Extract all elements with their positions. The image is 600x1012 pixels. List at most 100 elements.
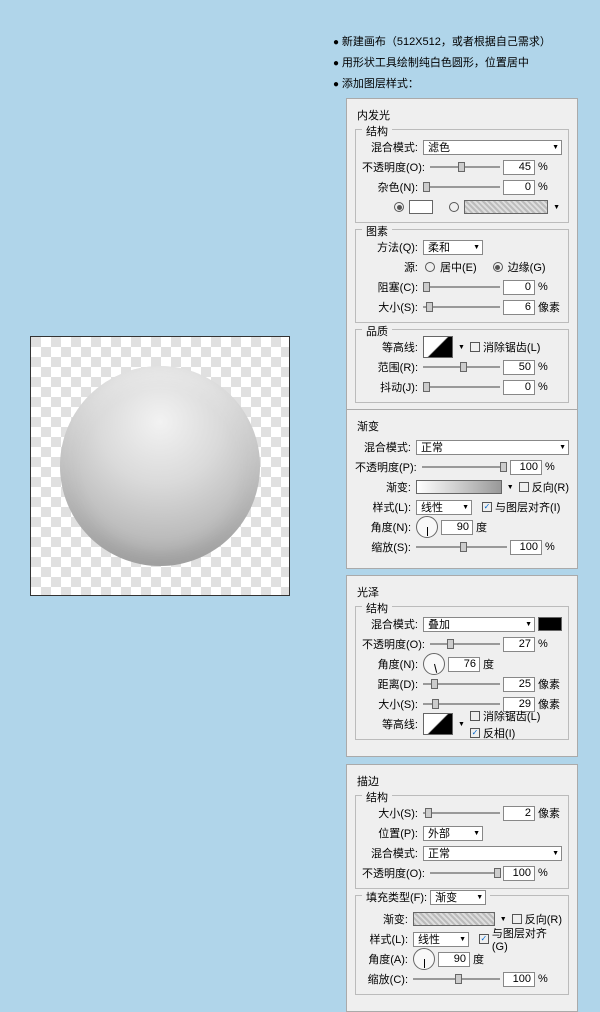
color-swatch[interactable] [409, 200, 433, 214]
reverse-label: 反向(R) [532, 479, 569, 495]
style-label: 样式(L): [355, 499, 413, 515]
opacity-slider[interactable] [422, 461, 507, 473]
dropdown-icon[interactable]: ▼ [456, 344, 467, 351]
align-check[interactable] [482, 502, 492, 512]
scale-input[interactable]: 100 [503, 972, 535, 987]
gradient-radio[interactable] [449, 202, 459, 212]
blend-select[interactable]: 叠加 [423, 617, 535, 632]
size-slider[interactable] [423, 301, 500, 313]
source-edge-label: 边缘(G) [508, 259, 546, 275]
group-title: 结构 [362, 600, 392, 616]
scale-input[interactable]: 100 [510, 540, 542, 555]
size-label: 大小(S): [362, 299, 420, 315]
panel-stroke: 描边 结构 大小(S):2像素 位置(P):外部 混合模式:正常 不透明度(O)… [346, 764, 578, 1012]
panel-satin: 光泽 结构 混合模式:叠加 不透明度(O):27% 角度(N):76度 距离(D… [346, 575, 578, 757]
dropdown-icon[interactable]: ▼ [456, 721, 467, 728]
instructions: 新建画布（512X512，或者根据自己需求） 用形状工具绘制纯白色圆形，位置居中… [333, 32, 551, 95]
distance-slider[interactable] [423, 678, 500, 690]
dropdown-icon[interactable]: ▼ [498, 916, 509, 923]
panel-gradient: 渐变 混合模式:正常 不透明度(P):100% 渐变:▼反向(R) 样式(L):… [346, 409, 578, 569]
blend-label: 混合模式: [362, 139, 420, 155]
style-select[interactable]: 线性 [413, 932, 469, 947]
blend-select[interactable]: 正常 [423, 846, 562, 861]
antialias-check[interactable] [470, 711, 480, 721]
note-1: 新建画布（512X512，或者根据自己需求） [333, 32, 551, 53]
source-edge-radio[interactable] [493, 262, 503, 272]
angle-input[interactable]: 76 [448, 657, 480, 672]
group-structure: 结构 大小(S):2像素 位置(P):外部 混合模式:正常 不透明度(O):10… [355, 795, 569, 889]
reverse-check[interactable] [512, 914, 522, 924]
contour-picker[interactable] [423, 336, 453, 358]
reverse-check[interactable] [519, 482, 529, 492]
range-input[interactable]: 50 [503, 360, 535, 375]
group-title: 品质 [362, 323, 392, 339]
filltype-select[interactable]: 渐变 [430, 890, 486, 905]
source-center-label: 居中(E) [440, 259, 477, 275]
panel-title: 内发光 [355, 105, 569, 125]
opacity-slider[interactable] [430, 867, 500, 879]
panel-title: 渐变 [355, 416, 569, 436]
source-center-radio[interactable] [425, 262, 435, 272]
position-select[interactable]: 外部 [423, 826, 483, 841]
noise-input[interactable]: 0 [503, 180, 535, 195]
noise-slider[interactable] [423, 181, 500, 193]
align-check[interactable] [479, 934, 489, 944]
choke-input[interactable]: 0 [503, 280, 535, 295]
note-3: 添加图层样式： [333, 74, 551, 95]
invert-check[interactable] [470, 728, 480, 738]
antialias-check[interactable] [470, 342, 480, 352]
method-select[interactable]: 柔和 [423, 240, 483, 255]
opacity-label: 不透明度(O): [362, 865, 427, 881]
blend-select[interactable]: 滤色 [423, 140, 562, 155]
size-input[interactable]: 2 [503, 806, 535, 821]
distance-input[interactable]: 25 [503, 677, 535, 692]
opacity-input[interactable]: 27 [503, 637, 535, 652]
opacity-input[interactable]: 45 [503, 160, 535, 175]
align-label: 与图层对齐(I) [495, 499, 560, 515]
jitter-input[interactable]: 0 [503, 380, 535, 395]
size-input[interactable]: 6 [503, 300, 535, 315]
opacity-slider[interactable] [430, 161, 500, 173]
color-swatch[interactable] [538, 617, 562, 631]
size-slider[interactable] [423, 807, 500, 819]
antialias-label: 消除锯齿(L) [483, 339, 540, 355]
gradient-picker[interactable] [416, 480, 502, 494]
angle-input[interactable]: 90 [438, 952, 470, 967]
opacity-label: 不透明度(O): [362, 159, 427, 175]
choke-slider[interactable] [423, 281, 500, 293]
jitter-slider[interactable] [423, 381, 500, 393]
angle-label: 角度(A): [362, 951, 410, 967]
canvas-preview [30, 336, 290, 596]
size-slider[interactable] [423, 698, 500, 710]
angle-dial[interactable] [423, 653, 445, 675]
contour-label: 等高线: [362, 716, 420, 732]
opacity-input[interactable]: 100 [503, 866, 535, 881]
scale-slider[interactable] [416, 541, 507, 553]
blend-select[interactable]: 正常 [416, 440, 569, 455]
angle-dial[interactable] [416, 516, 438, 538]
opacity-slider[interactable] [430, 638, 500, 650]
choke-label: 阻塞(C): [362, 279, 420, 295]
range-label: 范围(R): [362, 359, 420, 375]
opacity-input[interactable]: 100 [510, 460, 542, 475]
group-title: 图素 [362, 223, 392, 239]
contour-picker[interactable] [423, 713, 453, 735]
jitter-label: 抖动(J): [362, 379, 420, 395]
range-slider[interactable] [423, 361, 500, 373]
dropdown-icon[interactable]: ▼ [551, 204, 562, 211]
group-structure: 结构 混合模式:滤色 不透明度(O):45% 杂色(N):0% ▼ [355, 129, 569, 223]
color-radio[interactable] [394, 202, 404, 212]
scale-label: 缩放(S): [355, 539, 413, 555]
angle-label: 角度(N): [355, 519, 413, 535]
angle-dial[interactable] [413, 948, 435, 970]
invert-label: 反相(I) [483, 725, 515, 741]
dropdown-icon[interactable]: ▼ [505, 484, 516, 491]
noise-label: 杂色(N): [362, 179, 420, 195]
group-structure: 结构 混合模式:叠加 不透明度(O):27% 角度(N):76度 距离(D):2… [355, 606, 569, 740]
panel-title: 描边 [355, 771, 569, 791]
gradient-swatch[interactable] [464, 200, 548, 214]
gradient-picker[interactable] [413, 912, 495, 926]
style-select[interactable]: 线性 [416, 500, 472, 515]
angle-input[interactable]: 90 [441, 520, 473, 535]
scale-slider[interactable] [413, 973, 500, 985]
